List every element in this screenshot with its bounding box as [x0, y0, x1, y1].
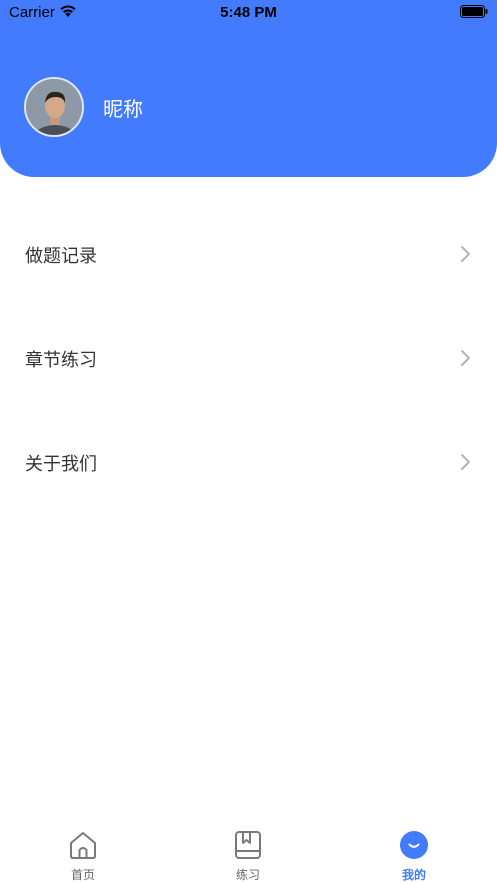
menu-label: 章节练习 [25, 350, 97, 371]
status-time: 5:48 PM [220, 4, 277, 21]
menu-label: 关于我们 [25, 454, 97, 475]
book-icon [235, 831, 261, 859]
smile-icon [400, 831, 428, 859]
profile-header: Carrier 5:48 PM 昵称 [0, 0, 497, 177]
tab-label: 练习 [235, 868, 260, 882]
tab-bar: 首页 练习 我的 [0, 818, 497, 883]
tab-home[interactable]: 首页 [43, 818, 123, 883]
menu-label: 做题记录 [25, 246, 97, 267]
home-icon [70, 832, 96, 859]
tab-label: 我的 [401, 868, 426, 882]
avatar[interactable] [24, 77, 84, 137]
tab-practice[interactable]: 练习 [208, 818, 288, 883]
tab-label: 首页 [70, 868, 95, 882]
nickname[interactable]: 昵称 [103, 93, 143, 122]
chevron-right-icon [461, 350, 470, 366]
menu-item-chapter-practice[interactable]: 章节练习 [0, 328, 497, 388]
chevron-right-icon [461, 246, 470, 262]
tab-mine[interactable]: 我的 [374, 818, 454, 883]
chevron-right-icon [461, 454, 470, 470]
menu-item-about-us[interactable]: 关于我们 [0, 432, 497, 492]
battery-icon [460, 5, 488, 18]
avatar-photo [26, 79, 82, 135]
status-bar: Carrier 5:48 PM [0, 0, 497, 26]
menu-item-answer-records[interactable]: 做题记录 [0, 224, 497, 284]
